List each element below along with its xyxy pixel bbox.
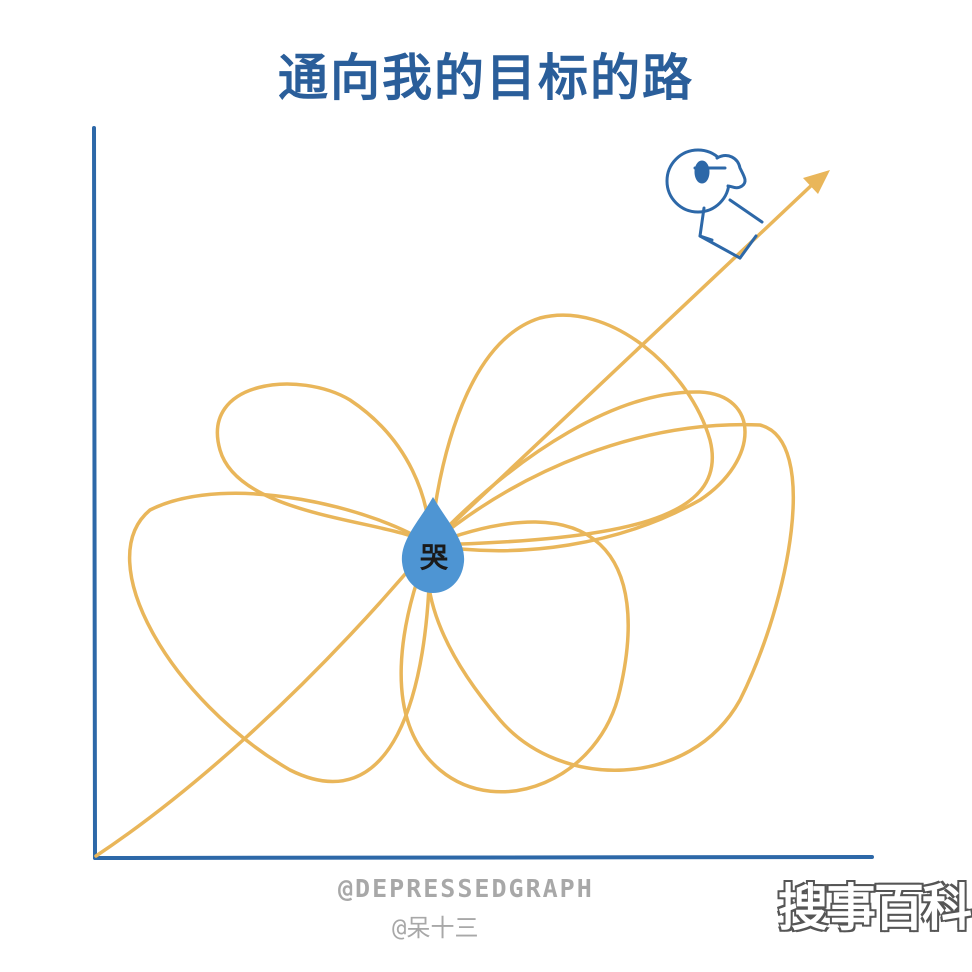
watermark: 搜事百科 [778,879,972,937]
credit-author: @呆十三 [392,914,479,942]
diagram-canvas [92,126,874,860]
loop-upper-left [215,382,432,547]
loop-left [127,491,432,784]
person-icon [665,148,764,260]
tear-label: 哭 [419,541,448,574]
y-axis [92,126,97,860]
x-axis [93,855,874,860]
loop-upper-right [428,390,747,553]
path-start-line [94,543,432,858]
credit-handle: @DEPRESSEDGRAPH [338,874,594,903]
tangled-path [94,180,817,858]
